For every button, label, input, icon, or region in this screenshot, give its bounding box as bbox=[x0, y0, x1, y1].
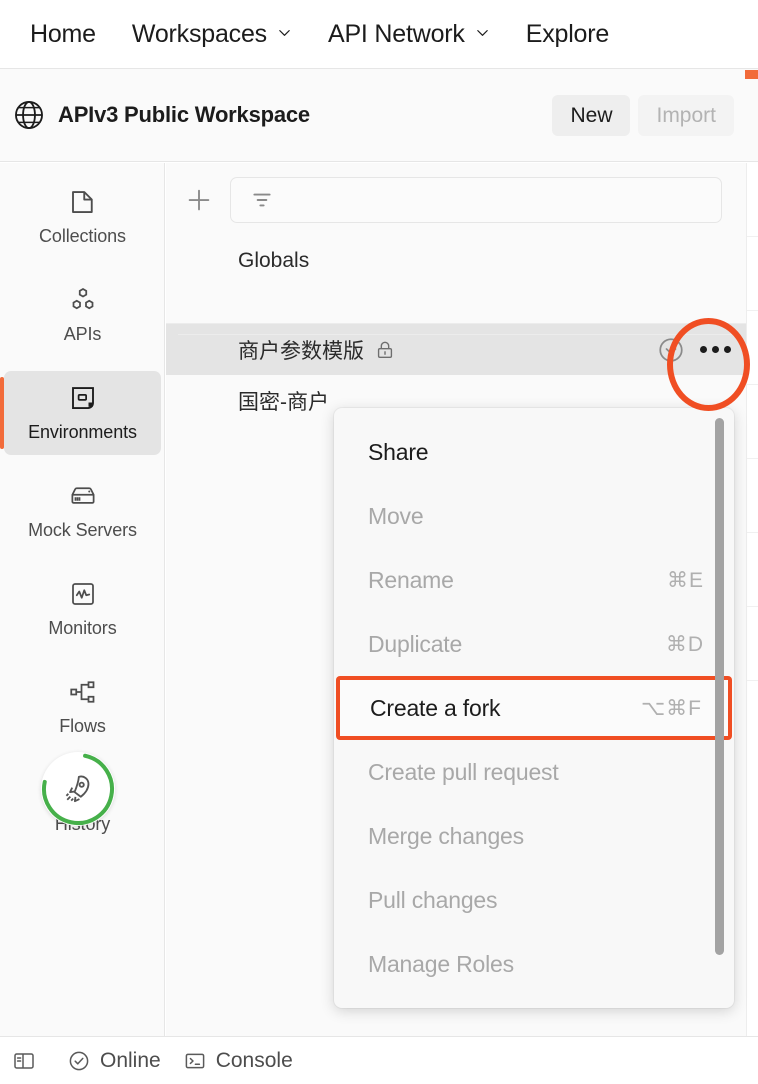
workspace-header: APIv3 Public Workspace New Import bbox=[0, 68, 758, 162]
lock-icon bbox=[374, 339, 396, 361]
sidebar-item-label: Monitors bbox=[48, 618, 117, 638]
sidebar-item-label: Mock Servers bbox=[28, 520, 137, 540]
sidebar-item-label: APIs bbox=[63, 324, 102, 344]
sidebar-item-label: Environments bbox=[28, 422, 137, 442]
chevron-down-icon bbox=[475, 25, 490, 40]
menu-item-label: Rename bbox=[368, 566, 454, 593]
nav-item-label: Home bbox=[30, 19, 96, 48]
monitors-icon bbox=[68, 579, 98, 609]
console-icon bbox=[183, 1049, 207, 1073]
menu-item-label: Duplicate bbox=[368, 630, 463, 657]
menu-item-label: Share bbox=[368, 438, 429, 465]
row-actions bbox=[656, 335, 732, 365]
console-label: Console bbox=[215, 1048, 293, 1072]
dot bbox=[699, 346, 707, 353]
mock-servers-icon bbox=[68, 481, 98, 511]
panel-toolbar bbox=[166, 163, 746, 235]
new-button[interactable]: New bbox=[552, 94, 631, 136]
menu-item-label: Pull changes bbox=[368, 886, 498, 913]
menu-item-shortcut: ⌘D bbox=[665, 632, 704, 656]
status-online[interactable]: Online bbox=[67, 1049, 161, 1073]
menu-item-create-pull-request: Create pull request bbox=[334, 740, 734, 804]
right-panel-row bbox=[747, 311, 758, 385]
sidebar-item-environments[interactable]: Environments bbox=[0, 371, 161, 455]
menu-item-shortcut: ⌥⌘F bbox=[640, 696, 702, 720]
nav-item-label: Workspaces bbox=[131, 19, 267, 48]
sidebar-item-mock-servers[interactable]: Mock Servers bbox=[4, 469, 161, 553]
menu-item-create-a-fork[interactable]: Create a fork ⌥⌘F bbox=[336, 676, 732, 740]
set-active-check-icon[interactable] bbox=[656, 335, 686, 365]
context-menu: Share Move Rename ⌘E Duplicate ⌘D Create… bbox=[334, 408, 734, 1008]
sidebar-item-collections[interactable]: Collections bbox=[4, 175, 161, 259]
row-label: Globals bbox=[238, 249, 310, 272]
nav-item-explore[interactable]: Explore bbox=[525, 19, 610, 49]
menu-item-move: Move bbox=[334, 484, 734, 548]
right-panel-row bbox=[747, 459, 758, 533]
menu-item-label: Create a fork bbox=[370, 694, 501, 721]
dot bbox=[711, 346, 719, 353]
sidebar-toggle-icon bbox=[12, 1049, 36, 1073]
dot bbox=[723, 346, 731, 353]
filter-sort-bar[interactable] bbox=[230, 177, 722, 223]
menu-item-label: Move bbox=[368, 502, 424, 529]
nav-item-label: Explore bbox=[525, 19, 610, 48]
right-panel-row bbox=[747, 533, 758, 607]
right-panel-row bbox=[747, 607, 758, 681]
right-panel-row bbox=[747, 237, 758, 311]
right-panel-row bbox=[747, 385, 758, 459]
globe-icon bbox=[12, 98, 46, 132]
filter-sort-icon bbox=[249, 187, 275, 213]
status-bar: Online Console bbox=[0, 1036, 758, 1084]
status-online-label: Online bbox=[100, 1048, 161, 1072]
top-navigation-bar: Home Workspaces API Network Explore bbox=[0, 0, 758, 68]
sidebar-item-apis[interactable]: APIs bbox=[4, 273, 161, 357]
status-online-icon bbox=[67, 1049, 91, 1073]
list-divider bbox=[178, 334, 734, 335]
flows-icon bbox=[68, 677, 98, 707]
sidebar-item-monitors[interactable]: Monitors bbox=[4, 567, 161, 651]
list-item-environment-selected[interactable]: 商户参数模版 bbox=[166, 323, 746, 375]
nav-item-home[interactable]: Home bbox=[30, 20, 96, 49]
menu-item-label: Manage Roles bbox=[368, 950, 514, 977]
list-item-globals[interactable]: Globals bbox=[166, 235, 746, 287]
postman-app-window: Home Workspaces API Network Explore APIv… bbox=[0, 0, 758, 1084]
accent-strip bbox=[745, 70, 758, 79]
sidebar-item-label: Collections bbox=[39, 226, 126, 246]
row-label: 商户参数模版 bbox=[238, 339, 364, 363]
plus-icon[interactable] bbox=[184, 185, 214, 215]
environments-icon bbox=[68, 383, 98, 413]
sidebar-item-flows[interactable]: Flows bbox=[4, 665, 161, 749]
nav-item-label: API Network bbox=[327, 19, 465, 48]
collections-icon bbox=[68, 187, 98, 217]
workspace-actions: New Import bbox=[552, 94, 734, 136]
menu-item-label: Create pull request bbox=[368, 758, 559, 785]
sidebar-toggle-button[interactable] bbox=[12, 1049, 45, 1073]
nav-item-api-network[interactable]: API Network bbox=[328, 20, 490, 49]
menu-item-pull-changes: Pull changes bbox=[334, 868, 734, 932]
more-actions-button[interactable] bbox=[698, 335, 732, 365]
workspace-title: APIv3 Public Workspace bbox=[58, 102, 310, 127]
left-sidebar-rail: Collections APIs Environments Mock Serve… bbox=[0, 163, 165, 1036]
nav-item-workspaces[interactable]: Workspaces bbox=[132, 20, 292, 49]
menu-item-shortcut: ⌘E bbox=[666, 568, 704, 592]
menu-item-rename: Rename ⌘E bbox=[334, 548, 734, 612]
menu-scrollbar[interactable] bbox=[715, 418, 724, 955]
right-detail-panel-edge bbox=[746, 163, 758, 1036]
menu-item-duplicate: Duplicate ⌘D bbox=[334, 612, 734, 676]
import-button[interactable]: Import bbox=[638, 94, 734, 136]
rocket-icon bbox=[61, 772, 95, 806]
sidebar-item-label: Flows bbox=[59, 716, 106, 736]
right-panel-row bbox=[747, 163, 758, 237]
menu-item-share[interactable]: Share bbox=[334, 420, 734, 484]
rocket-onboarding-badge[interactable] bbox=[41, 752, 115, 826]
menu-item-merge-changes: Merge changes bbox=[334, 804, 734, 868]
menu-item-manage-roles: Manage Roles bbox=[334, 932, 734, 996]
row-label: 国密-商户 bbox=[238, 391, 329, 414]
chevron-down-icon bbox=[277, 25, 292, 40]
apis-icon bbox=[68, 285, 98, 315]
menu-item-label: Merge changes bbox=[368, 822, 524, 849]
console-button[interactable]: Console bbox=[183, 1049, 293, 1073]
